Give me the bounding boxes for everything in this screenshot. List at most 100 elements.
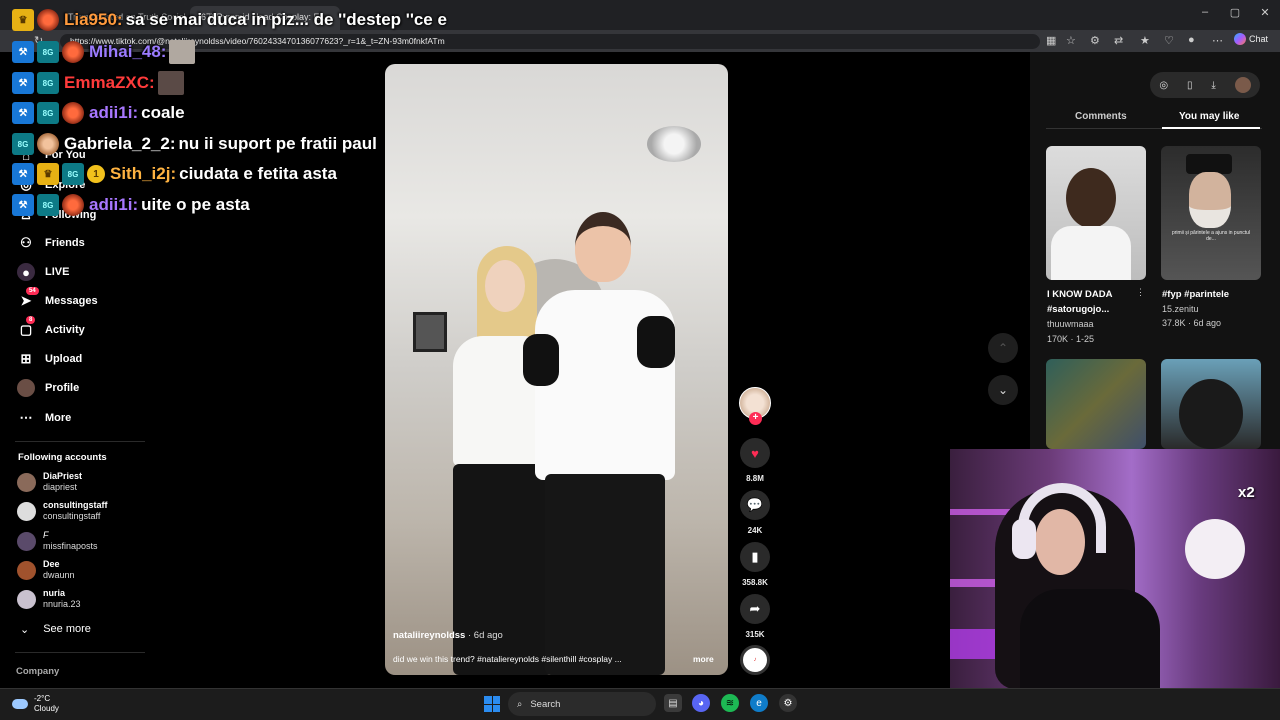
save-count: 358.8K	[742, 578, 768, 587]
sidebar-item-label: Messages	[45, 295, 98, 307]
video-caption: did we win this trend? #nataliereynolds …	[393, 654, 622, 664]
recommended-video-thumb[interactable]	[1046, 146, 1146, 280]
tab-you-may-like[interactable]: You may like	[1179, 111, 1239, 122]
divider	[15, 441, 145, 442]
sidebar-item-upload[interactable]: ⊞ Upload	[17, 350, 83, 368]
split-icon[interactable]: ⇄	[1114, 34, 1123, 47]
edge-icon[interactable]: e	[750, 694, 768, 712]
search-icon: ⌕	[517, 698, 523, 710]
sidebar-item-activity[interactable]: ▢ 8 Activity	[17, 316, 85, 339]
recommended-video-thumb[interactable]	[1161, 359, 1261, 449]
sidebar-item-friends[interactable]: ⚇ Friends	[17, 234, 85, 252]
crown-icon: ♛	[12, 9, 34, 31]
sidebar-item-more[interactable]: ⋯ More	[17, 409, 72, 427]
gift-badge-icon: 1	[87, 165, 105, 183]
see-more-button[interactable]: ⌄ See more	[20, 623, 91, 636]
sidebar-item-profile[interactable]: Profile	[17, 379, 79, 397]
following-account[interactable]: DiaPriest diapriest	[17, 471, 82, 493]
cloud-icon	[12, 699, 28, 709]
favorites-bar-icon[interactable]: ★	[1140, 34, 1150, 47]
more-options-icon[interactable]: ⋮	[1136, 287, 1145, 298]
sidebar-item-messages[interactable]: ➤ 54 Messages	[17, 287, 98, 310]
following-account[interactable]: consultingstaff consultingstaff	[17, 500, 108, 522]
emote-icon	[37, 9, 59, 31]
sidebar-item-live[interactable]: ● LIVE	[17, 263, 69, 281]
seven-tv-badge-icon: 8G	[12, 133, 34, 155]
download-icon[interactable]: ⤓	[1211, 80, 1215, 91]
thumb-content	[1066, 168, 1116, 228]
apps-icon[interactable]: ▦	[1046, 34, 1056, 47]
activity-badge: 8	[26, 316, 36, 324]
music-disc-icon[interactable]: ♪	[740, 645, 770, 675]
phone-icon[interactable]: ▯	[1187, 80, 1193, 91]
seven-tv-badge-icon: 8G	[37, 41, 59, 63]
chat-emote-image	[157, 71, 184, 95]
weather-widget[interactable]: -2°C Cloudy	[12, 694, 59, 714]
close-icon[interactable]: ✕	[1250, 6, 1280, 19]
taskbar-search[interactable]: ⌕ Search	[508, 692, 656, 716]
search-label: Search	[530, 698, 561, 710]
video-player[interactable]: nataliireynoldss · 6d ago did we win thi…	[385, 64, 728, 675]
avatar[interactable]	[1234, 77, 1251, 93]
following-account[interactable]: Fmissfinaposts	[17, 530, 98, 552]
copilot-chat-button[interactable]: Chat	[1234, 33, 1268, 45]
file-explorer-icon[interactable]: ▤	[664, 694, 682, 712]
following-accounts-title: Following accounts	[18, 452, 107, 463]
messages-icon: ➤ 54	[17, 287, 39, 310]
webcam-content	[1012, 519, 1036, 559]
save-button[interactable]: ▮ 358.8K	[739, 542, 771, 587]
follow-plus-icon[interactable]: +	[749, 412, 762, 425]
divider	[15, 652, 145, 653]
menu-icon[interactable]: ⋯	[1212, 34, 1223, 47]
maximize-icon[interactable]: ▢	[1220, 6, 1250, 19]
prime-badge-icon: ⚒	[12, 72, 34, 94]
url-field[interactable]: https://www.tiktok.com/@nataliireynoldss…	[60, 34, 1040, 49]
share-button[interactable]: ➦ 315K	[739, 594, 771, 639]
video-author-name: nataliireynoldss	[393, 630, 466, 641]
previous-video-button[interactable]: ⌃	[988, 333, 1018, 363]
chat-text: uite o pe asta	[141, 195, 250, 214]
chat-message: ⚒ 8G Mihai_48:	[12, 38, 196, 66]
next-video-button[interactable]: ⌄	[988, 375, 1018, 405]
profile-avatar-icon[interactable]: ●	[1188, 34, 1195, 46]
company-link[interactable]: Company	[16, 666, 59, 677]
avatar	[17, 531, 36, 551]
caption-more-button[interactable]: more	[693, 654, 714, 664]
account-handle: dwaunn	[43, 570, 75, 580]
chat-message: ♛ Lia950: sa se mai duca in piz... de ''…	[12, 6, 447, 34]
thumb-content	[1186, 154, 1232, 174]
compass-icon[interactable]: ◎	[1159, 80, 1168, 91]
thumb-content	[1189, 172, 1231, 228]
seven-tv-badge-icon: 8G	[37, 194, 59, 216]
seven-tv-badge-icon: 8G	[62, 163, 84, 185]
video-author[interactable]: nataliireynoldss · 6d ago	[393, 630, 503, 641]
spotify-icon[interactable]: ≋	[721, 694, 739, 712]
comment-button[interactable]: 💬 24K	[739, 490, 771, 535]
following-account[interactable]: Dee dwaunn	[17, 559, 75, 581]
recommended-video-thumb[interactable]	[1046, 359, 1146, 449]
discord-icon[interactable]: ◕	[692, 694, 710, 712]
minimize-icon[interactable]: –	[1190, 6, 1220, 18]
chat-text: ciudata e fetita asta	[179, 164, 337, 183]
following-account[interactable]: nuria nnuria.23	[17, 588, 81, 610]
recommended-video-title[interactable]: I KNOW DADA #satorugojo...	[1047, 287, 1137, 317]
prime-badge-icon: ⚒	[12, 102, 34, 124]
app-icon[interactable]: ⚙	[779, 694, 797, 712]
recommended-video-author: thuuwmaaa	[1047, 319, 1094, 329]
video-content	[413, 312, 447, 352]
like-button[interactable]: ♥ 8.8M	[739, 438, 771, 483]
friends-icon: ⚇	[20, 235, 32, 250]
tab-comments[interactable]: Comments	[1075, 111, 1127, 122]
extensions-icon[interactable]: ⚙	[1090, 34, 1100, 47]
multiplier-label: x2	[1238, 484, 1255, 501]
recommended-video-thumb[interactable]: primii și părinteIe a ajuns in punctul d…	[1161, 146, 1261, 280]
chat-text: nu ii suport pe fratii paul	[178, 134, 377, 153]
webcam-content	[1185, 519, 1245, 579]
recommended-video-meta: 170K · 1-25	[1047, 334, 1095, 344]
browser-essentials-icon[interactable]: ♡	[1164, 34, 1174, 47]
share-icon: ➦	[740, 594, 770, 624]
recommended-video-title[interactable]: #fyp #parintele	[1162, 287, 1229, 302]
favorite-icon[interactable]: ☆	[1066, 34, 1076, 47]
active-tab-indicator	[1162, 127, 1260, 129]
windows-start-icon[interactable]	[484, 696, 500, 712]
